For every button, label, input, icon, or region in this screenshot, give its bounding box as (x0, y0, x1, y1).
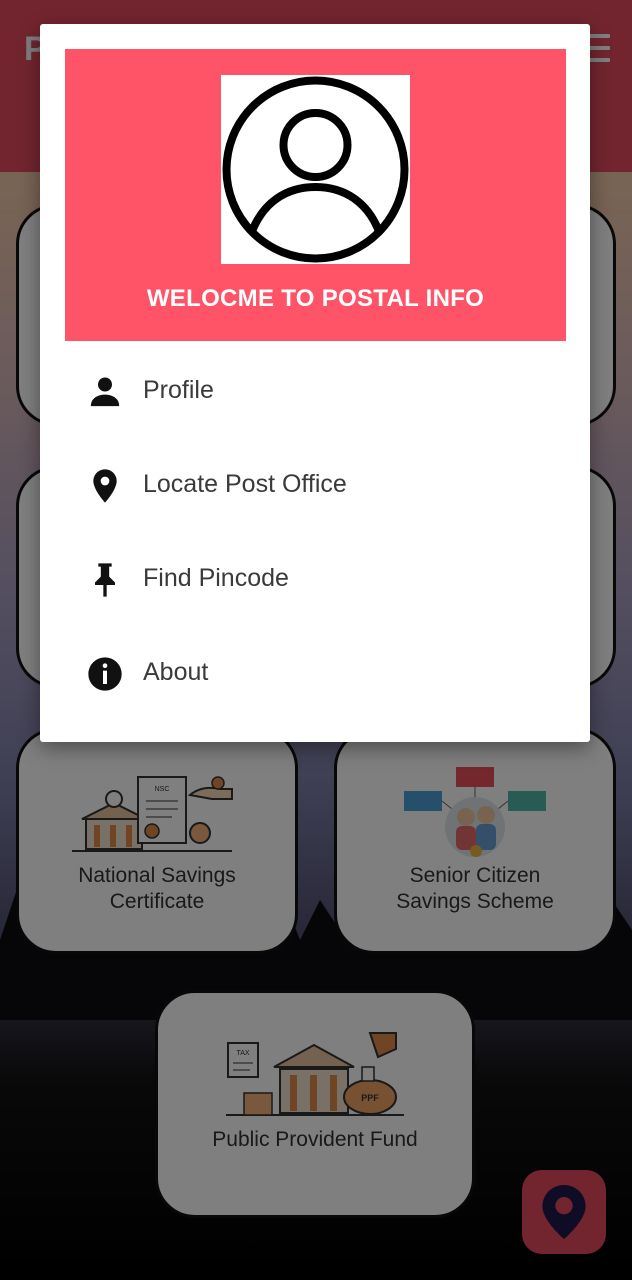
menu-item-find-pincode[interactable]: Find Pincode (65, 540, 566, 620)
avatar (221, 75, 410, 264)
info-icon (88, 657, 122, 691)
menu-label-about: About (143, 658, 209, 686)
drawer-header-title: WELOCME TO POSTAL INFO (146, 285, 485, 312)
pushpin-icon (95, 563, 115, 597)
navigation-drawer: WELOCME TO POSTAL INFO Profile Locate Po… (40, 24, 590, 742)
menu-item-locate-post-office[interactable]: Locate Post Office (65, 446, 566, 526)
menu-label-profile: Profile (143, 376, 214, 404)
person-icon (90, 377, 120, 407)
location-pin-icon (93, 469, 117, 503)
menu-label-locate-post-office: Locate Post Office (143, 470, 347, 498)
menu-item-about[interactable]: About (65, 634, 566, 714)
menu-label-find-pincode: Find Pincode (143, 564, 289, 592)
menu-item-profile[interactable]: Profile (65, 352, 566, 432)
user-avatar-icon (222, 76, 409, 263)
drawer-header: WELOCME TO POSTAL INFO (65, 49, 566, 341)
